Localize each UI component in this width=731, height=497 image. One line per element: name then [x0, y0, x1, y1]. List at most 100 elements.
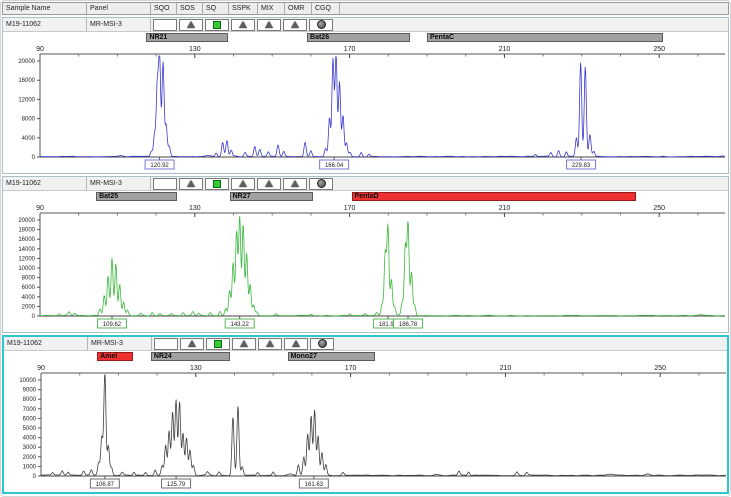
blank-flag-cell[interactable]: [153, 178, 177, 190]
x-tick-label: 250: [653, 46, 665, 53]
column-header-sos[interactable]: SOS: [177, 3, 203, 14]
warning-triangle-flag-button[interactable]: [283, 19, 307, 31]
y-tick-label: 14000: [18, 247, 35, 253]
marker-label: Mono27: [291, 353, 317, 360]
warning-triangle-flag-button[interactable]: [284, 338, 308, 350]
marker-bar-nr27[interactable]: NR27: [230, 192, 313, 201]
warning-triangle-icon: [291, 180, 299, 187]
column-header-mix[interactable]: MIX: [258, 3, 285, 14]
warning-triangle-flag-button[interactable]: [180, 338, 204, 350]
column-header-sspk[interactable]: SSPK: [229, 3, 258, 14]
y-tick-label: 6000: [22, 285, 36, 291]
gray-circle-flag-button[interactable]: [309, 178, 333, 190]
allele-label-text[interactable]: 186.78: [399, 322, 418, 328]
allele-label-text[interactable]: 161.63: [305, 482, 324, 488]
sample-row[interactable]: M19-11062 MR-MSI-3: [4, 337, 727, 351]
warning-triangle-flag-button[interactable]: [179, 178, 203, 190]
sample-name-cell[interactable]: M19-11062: [3, 177, 87, 190]
sample-name-cell[interactable]: M19-11062: [4, 337, 88, 350]
gray-circle-icon: [318, 339, 327, 348]
column-header-sqo[interactable]: SQO: [151, 3, 177, 14]
marker-bar-nr21[interactable]: NR21: [146, 33, 227, 42]
y-tick-label: 2000: [23, 455, 37, 461]
marker-bar-mono27[interactable]: Mono27: [288, 352, 375, 361]
green-square-flag-button[interactable]: [206, 338, 230, 350]
y-tick-label: 0: [32, 155, 36, 161]
marker-label: PentaD: [355, 193, 379, 200]
allele-label-text[interactable]: 125.79: [167, 482, 186, 488]
allele-label-text[interactable]: 120.92: [150, 163, 169, 169]
marker-bar-row: Bat25 NR27 PentaD: [3, 191, 728, 202]
marker-bar-amel[interactable]: Amel: [97, 352, 133, 361]
y-tick-label: 20000: [18, 218, 35, 224]
y-tick-label: 10000: [18, 266, 35, 272]
warning-triangle-flag-button[interactable]: [231, 178, 255, 190]
column-header-panel[interactable]: Panel: [87, 3, 151, 14]
green-square-flag-button[interactable]: [205, 19, 229, 31]
green-square-icon: [214, 340, 222, 348]
x-tick-label: 90: [36, 46, 44, 53]
blank-flag-cell[interactable]: [153, 19, 177, 31]
warning-triangle-icon: [239, 180, 247, 187]
marker-bar-bat25[interactable]: Bat25: [96, 192, 177, 201]
green-square-icon: [213, 21, 221, 29]
electropherogram-panel-2[interactable]: M19-11062 MR-MSI-3 Bat25 NR27 PentaD 90130…: [2, 176, 729, 333]
y-tick-label: 6000: [23, 416, 37, 422]
warning-triangle-icon: [266, 340, 274, 347]
column-header-omr[interactable]: OMR: [285, 3, 312, 14]
marker-bar-nr24[interactable]: NR24: [151, 352, 230, 361]
y-tick-label: 12000: [18, 256, 35, 262]
blank-flag-cell[interactable]: [154, 338, 178, 350]
gray-circle-flag-button[interactable]: [310, 338, 334, 350]
panel-name-cell[interactable]: MR-MSI-3: [87, 177, 151, 190]
sample-row[interactable]: M19-11062 MR-MSI-3: [3, 18, 728, 32]
sample-name-cell[interactable]: M19-11062: [3, 18, 87, 31]
marker-bar-pentac[interactable]: PentaC: [427, 33, 663, 42]
warning-triangle-icon: [265, 180, 273, 187]
allele-label-text[interactable]: 229.83: [572, 163, 591, 169]
warning-triangle-flag-button[interactable]: [257, 19, 281, 31]
x-tick-label: 130: [190, 365, 202, 372]
green-square-flag-button[interactable]: [205, 178, 229, 190]
column-header-filler: [340, 3, 728, 14]
column-header-cgq[interactable]: CGQ: [312, 3, 340, 14]
warning-triangle-flag-button[interactable]: [258, 338, 282, 350]
allele-label-text[interactable]: 106.87: [96, 482, 115, 488]
electropherogram-panel-3[interactable]: M19-11062 MR-MSI-3 Amel NR24 Mono27 90 130 1…: [2, 335, 729, 494]
x-tick-label: 170: [344, 46, 356, 53]
allele-label-text[interactable]: 166.04: [325, 163, 344, 169]
warning-triangle-flag-button[interactable]: [179, 19, 203, 31]
green-square-icon: [213, 180, 221, 188]
warning-triangle-flag-button[interactable]: [232, 338, 256, 350]
marker-bar-row: NR21 Bat26 PentaC: [3, 32, 728, 43]
quality-flag-strip: [151, 18, 335, 31]
warning-triangle-flag-button[interactable]: [231, 19, 255, 31]
x-tick-label: 210: [499, 46, 511, 53]
x-tick-label: 250: [653, 205, 665, 212]
x-tick-label: 90: [37, 365, 45, 372]
column-header-sq[interactable]: SQ: [203, 3, 229, 14]
trace-path: [40, 56, 725, 157]
marker-label: Bat26: [310, 34, 329, 41]
panel-name-cell[interactable]: MR-MSI-3: [88, 337, 152, 350]
marker-bar-bat26[interactable]: Bat26: [307, 33, 410, 42]
column-header-sample-name[interactable]: Sample Name: [3, 3, 87, 14]
gray-circle-flag-button[interactable]: [309, 19, 333, 31]
trace-chart-black[interactable]: 9013017021025001000200030004000500060007…: [4, 362, 727, 492]
allele-label-text[interactable]: 109.62: [103, 322, 122, 328]
trace-chart-blue[interactable]: 9013017021025004000800012000160002000012…: [3, 43, 728, 173]
marker-bar-pentad[interactable]: PentaD: [352, 192, 636, 201]
warning-triangle-flag-button[interactable]: [257, 178, 281, 190]
x-tick-label: 130: [189, 46, 201, 53]
trace-chart-green[interactable]: 9013017021025002000400060008000100001200…: [3, 202, 728, 332]
panel-name-cell[interactable]: MR-MSI-3: [87, 18, 151, 31]
allele-label-text[interactable]: 143.22: [231, 322, 250, 328]
sample-row[interactable]: M19-11062 MR-MSI-3: [3, 177, 728, 191]
warning-triangle-flag-button[interactable]: [283, 178, 307, 190]
y-tick-label: 8000: [23, 397, 37, 403]
warning-triangle-icon: [265, 21, 273, 28]
y-tick-label: 20000: [18, 59, 35, 65]
electropherogram-panel-1[interactable]: M19-11062 MR-MSI-3 NR21 Bat26 PentaC 90 130…: [2, 17, 729, 174]
x-tick-label: 90: [36, 205, 44, 212]
marker-label: PentaC: [430, 34, 454, 41]
